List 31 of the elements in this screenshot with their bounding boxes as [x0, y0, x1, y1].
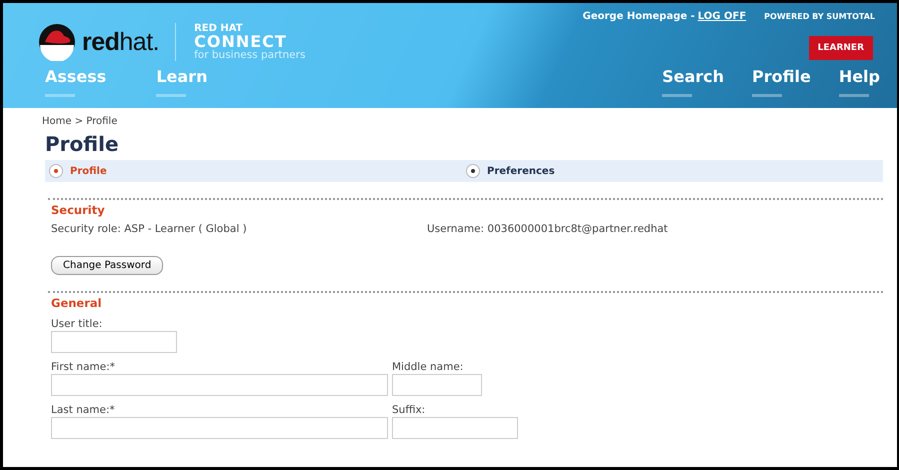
section-heading: Security: [51, 203, 106, 217]
user-name: George Homepage -: [582, 11, 695, 22]
field-label: Suffix:: [392, 404, 426, 416]
field-label: Middle name:: [392, 361, 464, 373]
breadcrumb: Home > Profile: [42, 116, 118, 127]
field-label: First name:*: [51, 361, 116, 373]
role-button[interactable]: LEARNER: [808, 36, 873, 60]
username-text: Username: 0036000001brc8t@partner.redhat: [427, 223, 668, 235]
nav-link[interactable]: Profile: [752, 67, 811, 96]
input-field[interactable]: [51, 417, 388, 439]
input-field[interactable]: [392, 417, 518, 439]
product-name: CONNECT: [194, 34, 287, 50]
field-label: User title:: [51, 318, 104, 330]
input-field[interactable]: [51, 374, 388, 396]
step-tab[interactable]: Profile: [49, 164, 466, 178]
logoff-link[interactable]: LOG OFF: [698, 11, 746, 22]
security-role: Security role: ASP - Learner ( Global ): [51, 223, 248, 235]
powered-by-text: POWERED BY SUMTOTAL: [764, 12, 875, 21]
logo-icon: [38, 23, 76, 61]
product-label: RED HAT: [194, 24, 244, 34]
input-field[interactable]: [392, 374, 482, 396]
section-heading: General: [51, 296, 103, 310]
page-title: Profile: [45, 132, 120, 156]
field-label: Last name:*: [51, 404, 116, 416]
nav-link[interactable]: Search: [662, 67, 724, 96]
nav-link[interactable]: Help: [838, 67, 880, 96]
brand-wordmark: redhat.: [82, 28, 160, 56]
change-password-button[interactable]: Change Password: [51, 256, 164, 275]
input-field[interactable]: [51, 331, 177, 353]
product-tagline: for business partners: [194, 50, 306, 60]
step-tab[interactable]: Preferences: [466, 164, 883, 178]
